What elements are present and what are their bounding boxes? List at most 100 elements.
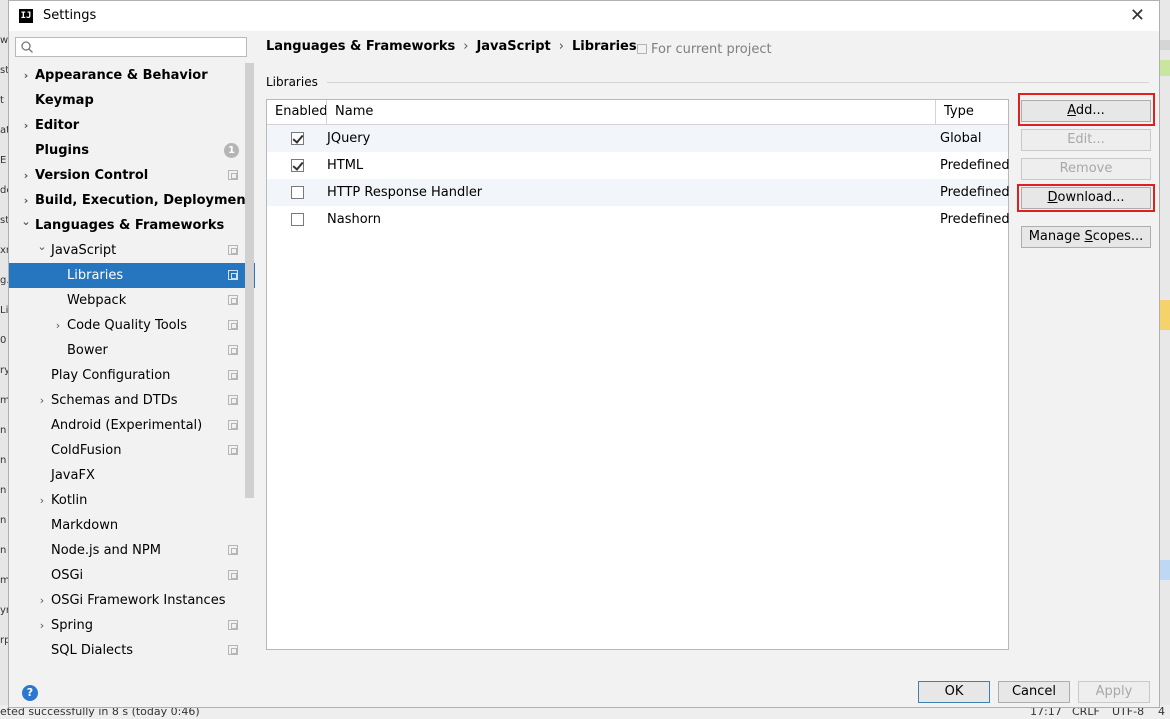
background-text-fragment: n: [0, 425, 7, 436]
sidebar-scrollbar[interactable]: [245, 63, 254, 498]
remove-button[interactable]: Remove: [1021, 158, 1151, 180]
sidebar-item-label: JavaScript: [51, 243, 117, 258]
cancel-button[interactable]: Cancel: [998, 681, 1070, 703]
table-row[interactable]: HTML Predefined: [267, 152, 1010, 179]
sidebar-item-label: Languages & Frameworks: [35, 218, 225, 233]
sidebar-item-kotlin[interactable]: › Kotlin: [9, 488, 255, 513]
help-icon[interactable]: ?: [22, 685, 38, 701]
sidebar-item-play-configuration[interactable]: Play Configuration: [9, 363, 255, 388]
enabled-checkbox[interactable]: [291, 213, 304, 226]
manage-scopes-mnemonic: S: [1084, 229, 1093, 244]
sidebar-item-plugins[interactable]: Plugins 1: [9, 138, 255, 163]
background-text-fragment: n: [0, 545, 7, 556]
background-text-fragment: t: [0, 95, 4, 106]
enabled-checkbox[interactable]: [291, 186, 304, 199]
sidebar-item-sql-dialects[interactable]: SQL Dialects: [9, 638, 255, 663]
sidebar-item-label: SQL Dialects: [51, 643, 134, 658]
breadcrumb-item-languages: Languages & Frameworks: [266, 39, 456, 54]
sidebar-item-label: Plugins: [35, 143, 89, 158]
sidebar-item-schemas-and-dtds[interactable]: › Schemas and DTDs: [9, 388, 255, 413]
chevron-down-icon[interactable]: ⌄: [37, 234, 47, 259]
title-bar: IJ Settings ✕: [9, 1, 1159, 31]
manage-scopes-label-rest: copes...: [1092, 229, 1144, 244]
sidebar-item-markdown[interactable]: Markdown: [9, 513, 255, 538]
scope-note: For current project: [637, 42, 772, 57]
sidebar-item-label: Editor: [35, 118, 80, 133]
settings-sidebar: › Appearance & Behavior Keymap › Editor Plugi…: [9, 31, 255, 671]
background-text-fragment: n: [0, 515, 7, 526]
search-input[interactable]: [15, 37, 247, 57]
chevron-right-icon[interactable]: ›: [53, 313, 63, 338]
search-icon: [21, 41, 33, 53]
apply-button[interactable]: Apply: [1078, 681, 1150, 703]
project-scope-icon: [228, 370, 238, 380]
settings-tree: › Appearance & Behavior Keymap › Editor Plugi…: [9, 63, 255, 671]
column-header-type[interactable]: Type: [944, 100, 974, 124]
sidebar-item-code-quality-tools[interactable]: › Code Quality Tools: [9, 313, 255, 338]
sidebar-item-bower[interactable]: Bower: [9, 338, 255, 363]
column-header-name[interactable]: Name: [335, 100, 373, 124]
enabled-checkbox[interactable]: [291, 132, 304, 145]
chevron-right-icon[interactable]: ›: [21, 113, 31, 138]
sidebar-item-label: Code Quality Tools: [67, 318, 188, 333]
chevron-right-icon[interactable]: ›: [21, 63, 31, 88]
sidebar-item-label: Node.js and NPM: [51, 543, 161, 558]
library-name: JQuery: [327, 131, 371, 146]
sidebar-item-node-js-and-npm[interactable]: Node.js and NPM: [9, 538, 255, 563]
column-divider: [935, 100, 936, 124]
table-row[interactable]: JQuery Global: [267, 125, 1008, 152]
project-scope-icon: [228, 570, 238, 580]
sidebar-item-libraries[interactable]: Libraries: [9, 263, 255, 288]
edit-button[interactable]: Edit...: [1021, 129, 1151, 151]
sidebar-item-appearance-behavior[interactable]: › Appearance & Behavior: [9, 63, 255, 88]
breadcrumb-separator: ›: [558, 39, 564, 54]
library-type: Global: [940, 131, 982, 146]
table-row[interactable]: HTTP Response Handler Predefined: [267, 179, 1010, 206]
sidebar-item-osgi[interactable]: OSGi: [9, 563, 255, 588]
manage-scopes-button[interactable]: Manage Scopes...: [1021, 226, 1151, 248]
chevron-right-icon[interactable]: ›: [21, 163, 31, 188]
column-header-enabled[interactable]: Enabled: [275, 100, 328, 124]
sidebar-item-version-control[interactable]: › Version Control: [9, 163, 255, 188]
sidebar-item-label: Android (Experimental): [51, 418, 203, 433]
sidebar-item-label: Version Control: [35, 168, 149, 183]
manage-scopes-label-pre: Manage: [1028, 229, 1085, 244]
sidebar-item-label: OSGi: [51, 568, 84, 583]
section-divider: [327, 82, 1149, 83]
chevron-right-icon[interactable]: ›: [37, 613, 47, 638]
sidebar-item-javascript[interactable]: ⌄ JavaScript: [9, 238, 255, 263]
sidebar-item-label: Webpack: [67, 293, 127, 308]
table-row[interactable]: Nashorn Predefined: [267, 206, 1010, 233]
sidebar-item-build-execution-deployment[interactable]: › Build, Execution, Deployment: [9, 188, 255, 213]
breadcrumb: Languages & Frameworks › JavaScript › Librar…: [266, 39, 637, 54]
sidebar-item-spring[interactable]: › Spring: [9, 613, 255, 638]
library-name: HTML: [327, 158, 364, 173]
sidebar-item-coldfusion[interactable]: ColdFusion: [9, 438, 255, 463]
library-type: Predefined: [940, 212, 1010, 227]
chevron-right-icon[interactable]: ›: [37, 488, 47, 513]
libraries-table: Enabled Name Type JQuery Global HTML Predef…: [266, 99, 1010, 650]
sidebar-item-keymap[interactable]: Keymap: [9, 88, 255, 113]
background-text-fragment: n: [0, 455, 7, 466]
sidebar-item-webpack[interactable]: Webpack: [9, 288, 255, 313]
sidebar-item-label: Build, Execution, Deployment: [35, 193, 252, 208]
chevron-right-icon[interactable]: ›: [37, 388, 47, 413]
download-highlight-frame: [1017, 184, 1155, 212]
chevron-down-icon[interactable]: ⌄: [21, 209, 31, 234]
chevron-right-icon[interactable]: ›: [37, 588, 47, 613]
sidebar-item-osgi-framework-instances[interactable]: › OSGi Framework Instances: [9, 588, 255, 613]
project-scope-icon: [228, 245, 238, 255]
sidebar-item-label: Appearance & Behavior: [35, 68, 208, 83]
sidebar-item-editor[interactable]: › Editor: [9, 113, 255, 138]
ok-button[interactable]: OK: [918, 681, 990, 703]
sidebar-item-android-experimental[interactable]: Android (Experimental): [9, 413, 255, 438]
breadcrumb-item-javascript: JavaScript: [476, 39, 551, 54]
close-icon[interactable]: ✕: [1130, 5, 1145, 26]
sidebar-item-javafx[interactable]: JavaFX: [9, 463, 255, 488]
project-scope-icon: [228, 295, 238, 305]
sidebar-item-label: Libraries: [67, 268, 124, 283]
enabled-checkbox[interactable]: [291, 159, 304, 172]
project-scope-icon: [228, 620, 238, 630]
column-divider: [326, 100, 327, 124]
project-scope-icon: [228, 345, 238, 355]
